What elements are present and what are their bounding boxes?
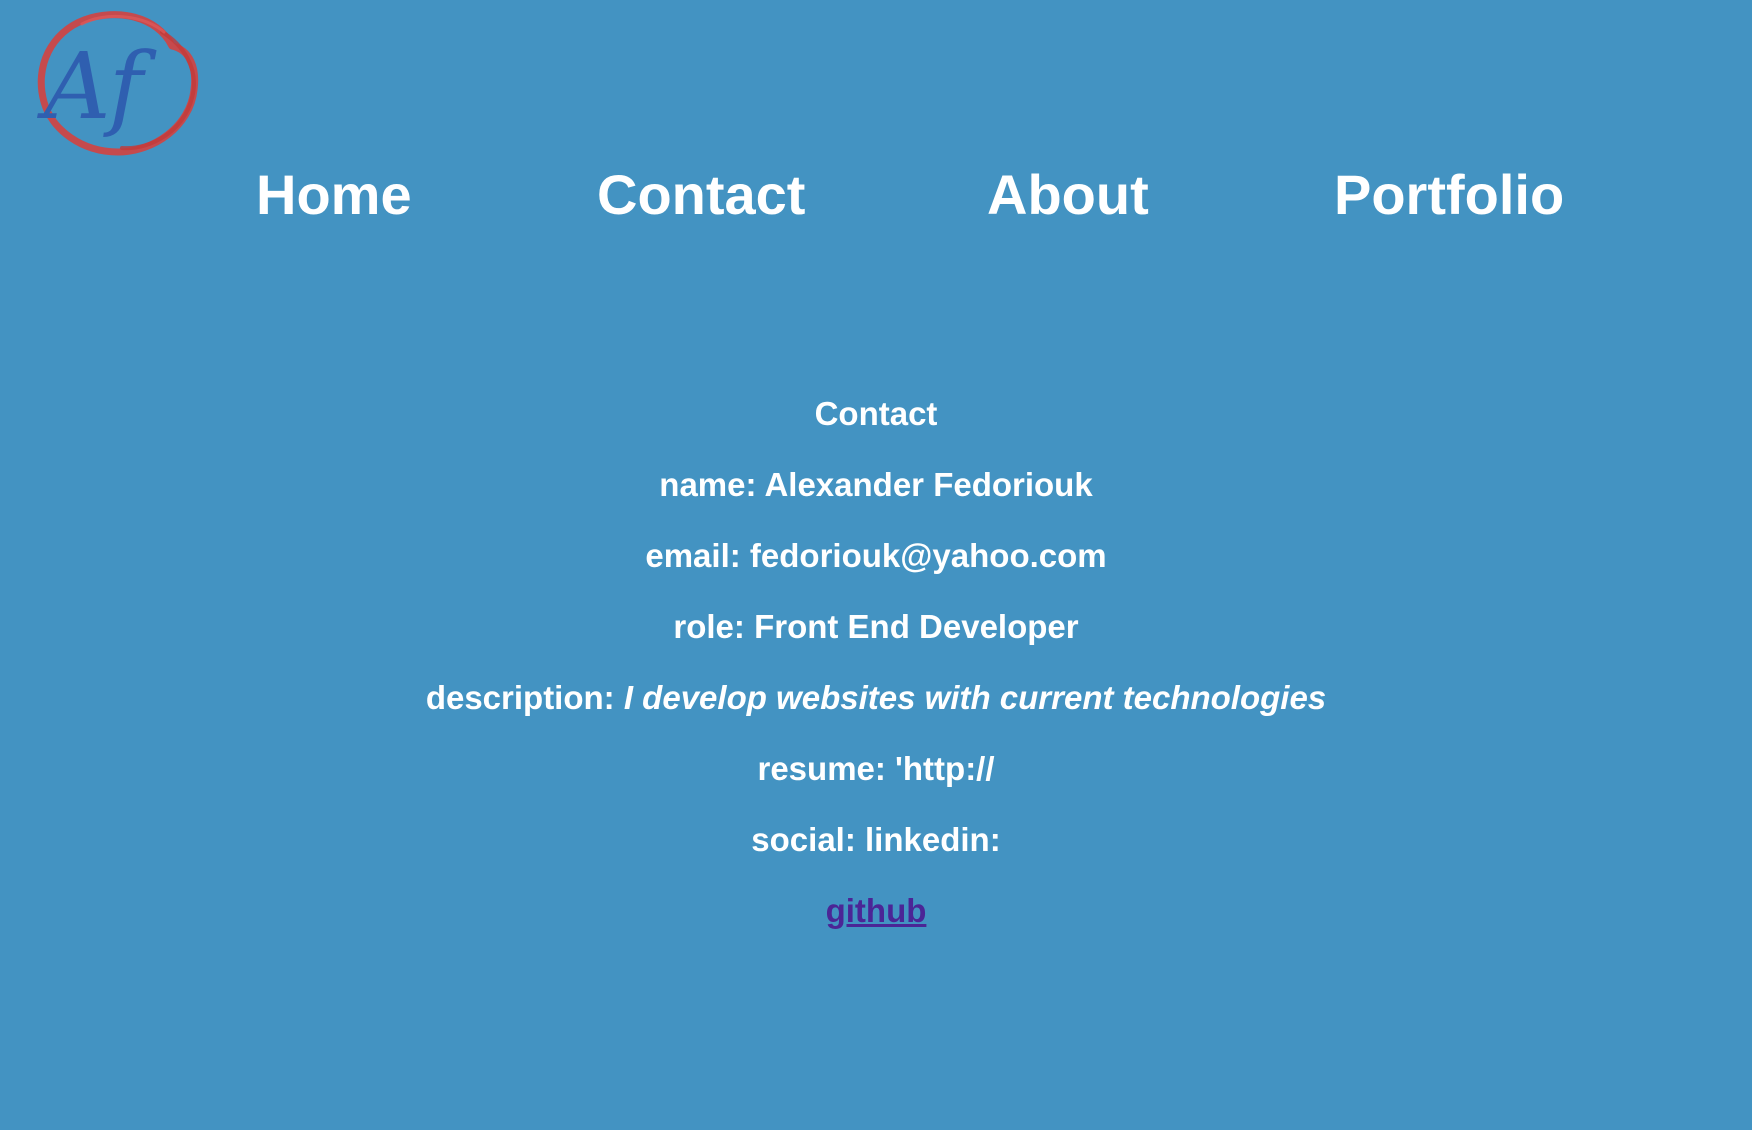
logo-icon: Af <box>36 11 199 156</box>
social-value: linkedin: <box>865 821 1001 858</box>
site-logo[interactable]: Af <box>22 6 208 162</box>
role-label: role: <box>673 608 745 645</box>
nav-home-link[interactable]: Home <box>256 160 412 230</box>
contact-resume-row: resume: 'http:// <box>0 749 1752 789</box>
email-value: fedoriouk@yahoo.com <box>749 537 1107 574</box>
contact-title: Contact <box>814 395 938 432</box>
contact-email-row: email: fedoriouk@yahoo.com <box>0 536 1752 576</box>
name-label: name: <box>659 466 757 503</box>
nav-about-link[interactable]: About <box>987 160 1149 230</box>
logo-letters: Af <box>36 33 157 140</box>
contact-section: Contact name: Alexander Fedoriouk email:… <box>0 394 1752 962</box>
name-value: Alexander Fedoriouk <box>764 466 1093 503</box>
contact-github-row: github <box>0 891 1752 931</box>
email-label: email: <box>645 537 741 574</box>
github-link[interactable]: github <box>826 892 927 929</box>
nav-portfolio-link[interactable]: Portfolio <box>1334 160 1564 230</box>
resume-value: 'http:// <box>895 750 995 787</box>
main-nav: Home Contact About Portfolio <box>0 160 1752 230</box>
social-label: social: <box>751 821 856 858</box>
description-label: description: <box>425 679 615 716</box>
contact-role-row: role: Front End Developer <box>0 607 1752 647</box>
resume-label: resume: <box>757 750 886 787</box>
contact-name-row: name: Alexander Fedoriouk <box>0 465 1752 505</box>
contact-description-row: description: I develop websites with cur… <box>0 678 1752 718</box>
contact-social-row: social: linkedin: <box>0 820 1752 860</box>
nav-contact-link[interactable]: Contact <box>597 160 805 230</box>
role-value: Front End Developer <box>754 608 1079 645</box>
description-value: I develop websites with current technolo… <box>623 679 1327 716</box>
